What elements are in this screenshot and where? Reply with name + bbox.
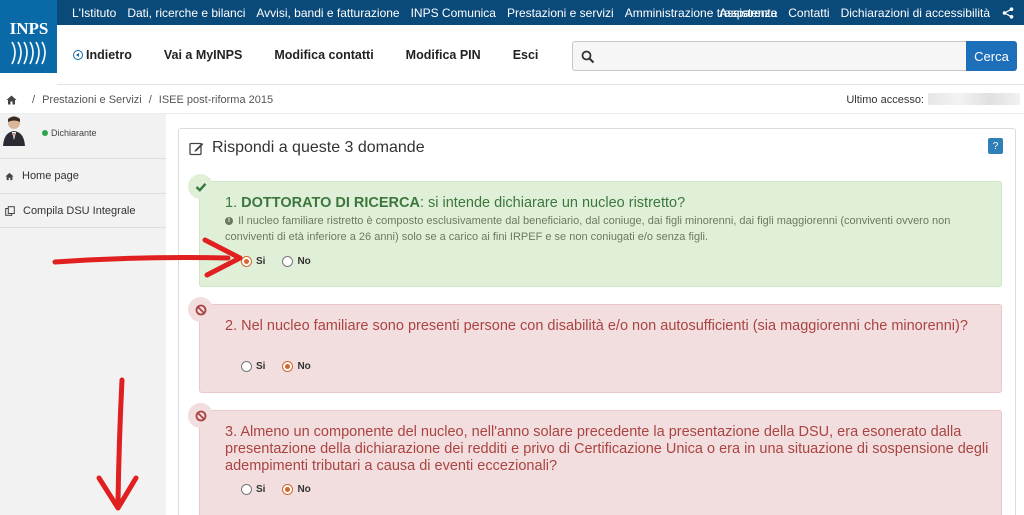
questions-panel: Rispondi a queste 3 domande ? 1. DOTTORA… [178,128,1016,515]
question-1-radios: Si No [241,256,328,267]
back-circle-icon [73,50,83,60]
back-label: Indietro [86,48,132,62]
radio-si[interactable] [241,484,252,495]
info-icon: i [225,217,233,226]
ban-icon [195,304,206,315]
invalid-badge [188,297,213,322]
esci-link[interactable]: Esci [513,48,539,62]
question-1-number: 1. [225,195,238,211]
search-input[interactable] [572,41,967,71]
breadcrumb-separator: / [148,93,152,106]
status-dot-icon [42,130,48,136]
top-link-assistenza[interactable]: Assistenza [719,6,777,20]
radio-no-label: No [297,484,311,495]
breadcrumb-prestazioni[interactable]: Prestazioni e Servizi [42,94,142,106]
top-link-dati[interactable]: Dati, ricerche e bilanci [127,6,245,20]
logo-text: INPS [9,19,48,38]
myinps-link[interactable]: Vai a MyINPS [164,48,243,62]
panel-title-text: Rispondi a queste 3 domande [212,139,425,156]
last-access: Ultimo accesso: [846,86,924,114]
avatar [2,116,26,146]
last-access-label: Ultimo accesso: [846,94,924,106]
home-icon[interactable] [6,95,17,105]
question-2: 2. Nel nucleo familiare sono presenti pe… [188,297,1002,393]
inps-logo[interactable]: INPS [0,0,57,73]
top-link-contatti[interactable]: Contatti [788,6,829,20]
radio-no-label: No [297,256,311,267]
top-link-accessibilita[interactable]: Dichiarazioni di accessibilità [841,6,990,20]
radio-no[interactable] [282,256,294,267]
question-2-text: 2. Nel nucleo familiare sono presenti pe… [225,318,968,334]
question-3-text: 3. Almeno un componente del nucleo, nell… [225,424,989,474]
question-2-radios: Si No [241,361,328,372]
breadcrumb: / Prestazioni e Servizi / ISEE post-rifo… [0,86,1024,114]
copy-icon [5,206,15,216]
last-access-value-blurred [928,93,1020,105]
question-1: 1. DOTTORATO DI RICERCA: si intende dich… [188,174,1002,287]
top-link-istituto[interactable]: L'Istituto [72,6,116,20]
modifica-pin-link[interactable]: Modifica PIN [406,48,481,62]
sidebar-item-label: Compila DSU Integrale [23,205,136,217]
question-1-text: 1. DOTTORATO DI RICERCA: si intende dich… [225,195,685,212]
radio-no[interactable] [282,484,294,495]
question-1-rest: : si intende dichiarare un nucleo ristre… [419,195,686,211]
sidebar-item-compila-dsu[interactable]: Compila DSU Integrale [0,193,166,228]
ban-icon [195,410,206,421]
radio-no-label: No [297,361,311,372]
radio-si-label: Si [256,256,266,267]
panel-title: Rispondi a queste 3 domande [189,139,425,157]
modifica-contatti-link[interactable]: Modifica contatti [274,48,373,62]
inps-logo-mark: INPS [9,19,48,64]
top-link-comunica[interactable]: INPS Comunica [411,6,496,20]
checkmark-icon [195,182,206,192]
search-button[interactable]: Cerca [966,41,1017,71]
help-button[interactable]: ? [988,138,1003,154]
sidebar-divider [0,227,166,228]
main-nav-bar: Indietro Vai a MyINPS Modifica contatti … [57,25,1024,85]
radio-si[interactable] [241,256,252,267]
sidebar: Dichiarante Home page Compila DSU Integr… [0,114,166,515]
invalid-badge [188,403,213,428]
top-right-links: Assistenza Contatti Dichiarazioni di acc… [708,0,1014,25]
top-nav: L'Istituto Dati, ricerche e bilanci Avvi… [72,0,788,25]
top-link-avvisi[interactable]: Avvisi, bandi e fatturazione [256,6,399,20]
question-1-strong: DOTTORATO DI RICERCA [241,195,420,211]
sidebar-item-home[interactable]: Home page [0,158,166,193]
status-label: Dichiarante [51,128,97,138]
breadcrumb-separator: / [32,93,36,106]
question-1-note: i Il nucleo familiare ristretto è compos… [225,213,995,245]
edit-icon [189,142,204,155]
main-nav: Indietro Vai a MyINPS Modifica contatti … [73,25,570,85]
question-3: 3. Almeno un componente del nucleo, nell… [188,403,1002,515]
top-link-prestazioni[interactable]: Prestazioni e servizi [507,6,614,20]
valid-badge [188,174,213,199]
radio-no[interactable] [282,361,294,372]
top-bar: L'Istituto Dati, ricerche e bilanci Avvi… [0,0,1024,25]
search-icon [581,50,595,64]
user-status: Dichiarante [42,128,97,138]
question-3-radios: Si No [241,484,328,495]
back-button[interactable]: Indietro [73,48,132,62]
question-1-note-text: Il nucleo familiare ristretto è composto… [225,215,951,243]
share-icon[interactable] [1002,6,1014,19]
radio-si[interactable] [241,361,252,372]
breadcrumb-isee: ISEE post-riforma 2015 [158,93,274,106]
home-icon [5,172,14,180]
radio-si-label: Si [256,361,266,372]
radio-si-label: Si [256,484,266,495]
sidebar-item-label: Home page [22,170,79,182]
